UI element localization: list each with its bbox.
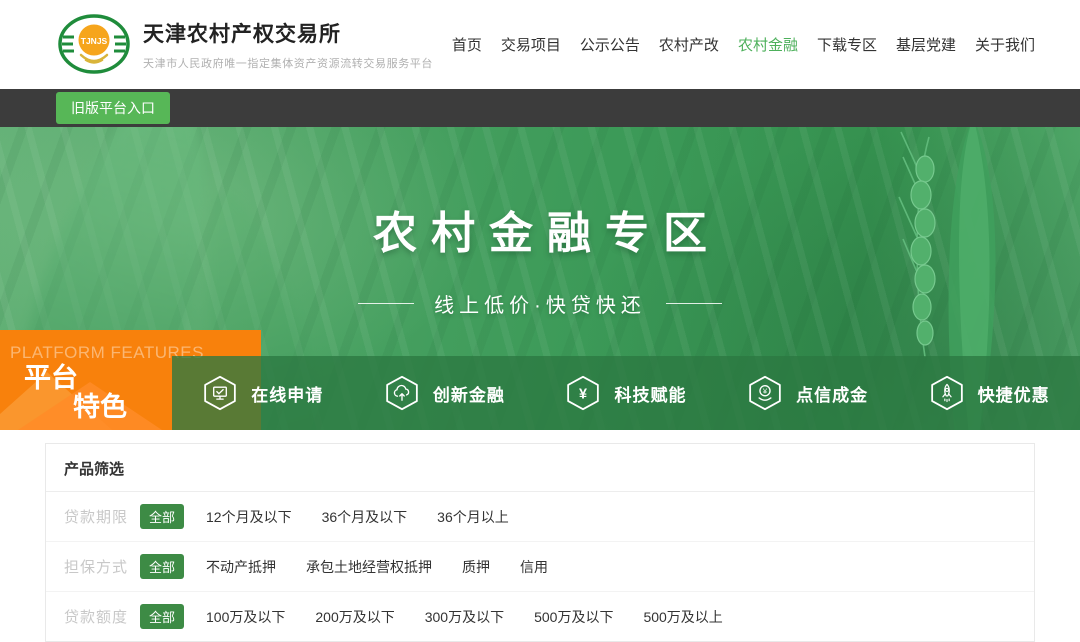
feature-tab-label: 快捷优惠 bbox=[978, 381, 1050, 406]
nav-item[interactable]: 公示公告 bbox=[580, 34, 640, 55]
nav-item[interactable]: 基层党建 bbox=[896, 34, 956, 55]
filter-row: 贷款额度 全部 100万及以下 200万及以下 300万及以下 500万及以下 500万… bbox=[46, 591, 1034, 641]
product-filter-card: 产品筛选 贷款期限 全部 12个月及以下 36个月及以下 36个月以上 担保方式 全… bbox=[45, 443, 1035, 642]
filter-option[interactable]: 质押 bbox=[462, 557, 490, 577]
innovative-finance-icon bbox=[384, 375, 420, 411]
nav-item[interactable]: 农村产改 bbox=[659, 34, 719, 55]
site-title: 天津农村产权交易所 bbox=[143, 18, 433, 48]
main-content: 产品筛选 贷款期限 全部 12个月及以下 36个月及以下 36个月以上 担保方式 全… bbox=[0, 443, 1080, 642]
filter-row: 贷款期限 全部 12个月及以下 36个月及以下 36个月以上 bbox=[46, 492, 1034, 541]
filter-option[interactable]: 500万及以上 bbox=[643, 607, 722, 627]
filter-option[interactable]: 承包土地经营权抵押 bbox=[306, 557, 432, 577]
hero-subtitle: 线上低价·快贷快还 bbox=[434, 289, 646, 318]
filter-options: 12个月及以下 36个月及以下 36个月以上 bbox=[206, 507, 509, 527]
subtitle-left-rule bbox=[358, 303, 414, 304]
hero-banner: 农村金融专区 线上低价·快贷快还 PLATFORM FEATURES 平台 特色… bbox=[0, 127, 1080, 430]
feature-tab-label: 点信成金 bbox=[796, 381, 868, 406]
credit-gold-icon bbox=[747, 375, 783, 411]
filter-row: 担保方式 全部 不动产抵押 承包土地经营权抵押 质押 信用 bbox=[46, 541, 1034, 591]
filter-option[interactable]: 12个月及以下 bbox=[206, 507, 292, 527]
subtitle-right-rule bbox=[666, 303, 722, 304]
filter-option[interactable]: 500万及以下 bbox=[534, 607, 613, 627]
hero-subtitle-row: 线上低价·快贷快还 bbox=[0, 289, 1080, 318]
feature-tab-label: 科技赋能 bbox=[614, 381, 686, 406]
filter-row-label: 贷款额度 bbox=[64, 606, 140, 627]
nav-item[interactable]: 农村金融 bbox=[738, 34, 798, 55]
main-nav: 首页交易项目公示公告农村产改农村金融下载专区基层党建关于我们 bbox=[452, 34, 1035, 55]
filter-options: 100万及以下 200万及以下 300万及以下 500万及以下 500万及以上 bbox=[206, 607, 723, 627]
nav-item[interactable]: 关于我们 bbox=[975, 34, 1035, 55]
site-subtitle: 天津市人民政府唯一指定集体资产资源流转交易服务平台 bbox=[143, 55, 433, 71]
feature-tab-3[interactable]: 科技赋能 bbox=[535, 356, 717, 430]
logo-emblem-icon: TJNJS bbox=[57, 13, 131, 77]
old-platform-entry-button[interactable]: 旧版平台入口 bbox=[56, 92, 170, 124]
filter-options: 不动产抵押 承包土地经营权抵押 质押 信用 bbox=[206, 557, 548, 577]
filter-option[interactable]: 信用 bbox=[520, 557, 548, 577]
secondary-topbar: 旧版平台入口 bbox=[0, 89, 1080, 127]
platform-features-cn-line2: 特色 bbox=[73, 385, 127, 424]
feature-tab-4[interactable]: 点信成金 bbox=[717, 356, 899, 430]
nav-item[interactable]: 首页 bbox=[452, 34, 482, 55]
filter-row-label: 担保方式 bbox=[64, 556, 140, 577]
quick-discount-icon bbox=[929, 375, 965, 411]
feature-tab-2[interactable]: 创新金融 bbox=[354, 356, 536, 430]
filter-option[interactable]: 200万及以下 bbox=[315, 607, 394, 627]
feature-tab-bar: 在线申请 创新金融 科技赋能 点信成金 快捷优惠 bbox=[172, 356, 1080, 430]
online-apply-icon bbox=[202, 375, 238, 411]
filter-selected-badge[interactable]: 全部 bbox=[140, 504, 184, 529]
hero-title: 农村金融专区 bbox=[0, 197, 1080, 261]
feature-tab-1[interactable]: 在线申请 bbox=[172, 356, 354, 430]
filter-row-label: 贷款期限 bbox=[64, 506, 140, 527]
site-header: TJNJS 天津农村产权交易所 天津市人民政府唯一指定集体资产资源流转交易服务平… bbox=[0, 0, 1080, 89]
logo-acronym: TJNJS bbox=[81, 36, 108, 46]
site-logo[interactable]: TJNJS 天津农村产权交易所 天津市人民政府唯一指定集体资产资源流转交易服务平… bbox=[57, 13, 433, 77]
feature-tab-label: 创新金融 bbox=[433, 381, 505, 406]
nav-item[interactable]: 交易项目 bbox=[501, 34, 561, 55]
filter-selected-badge[interactable]: 全部 bbox=[140, 554, 184, 579]
filter-option[interactable]: 不动产抵押 bbox=[206, 557, 276, 577]
filter-option[interactable]: 300万及以下 bbox=[425, 607, 504, 627]
tech-empower-icon bbox=[565, 375, 601, 411]
feature-tab-5[interactable]: 快捷优惠 bbox=[898, 356, 1080, 430]
hero-heading: 农村金融专区 线上低价·快贷快还 bbox=[0, 127, 1080, 318]
filter-option[interactable]: 100万及以下 bbox=[206, 607, 285, 627]
filter-card-title: 产品筛选 bbox=[46, 444, 1034, 492]
nav-item[interactable]: 下载专区 bbox=[817, 34, 877, 55]
feature-tab-label: 在线申请 bbox=[251, 381, 323, 406]
filter-option[interactable]: 36个月及以下 bbox=[322, 507, 408, 527]
platform-features-cn-line1: 平台 bbox=[24, 356, 78, 395]
filter-option[interactable]: 36个月以上 bbox=[437, 507, 509, 527]
filter-rows: 贷款期限 全部 12个月及以下 36个月及以下 36个月以上 担保方式 全部 不动产… bbox=[46, 492, 1034, 641]
filter-selected-badge[interactable]: 全部 bbox=[140, 604, 184, 629]
logo-text: 天津农村产权交易所 天津市人民政府唯一指定集体资产资源流转交易服务平台 bbox=[143, 18, 433, 71]
